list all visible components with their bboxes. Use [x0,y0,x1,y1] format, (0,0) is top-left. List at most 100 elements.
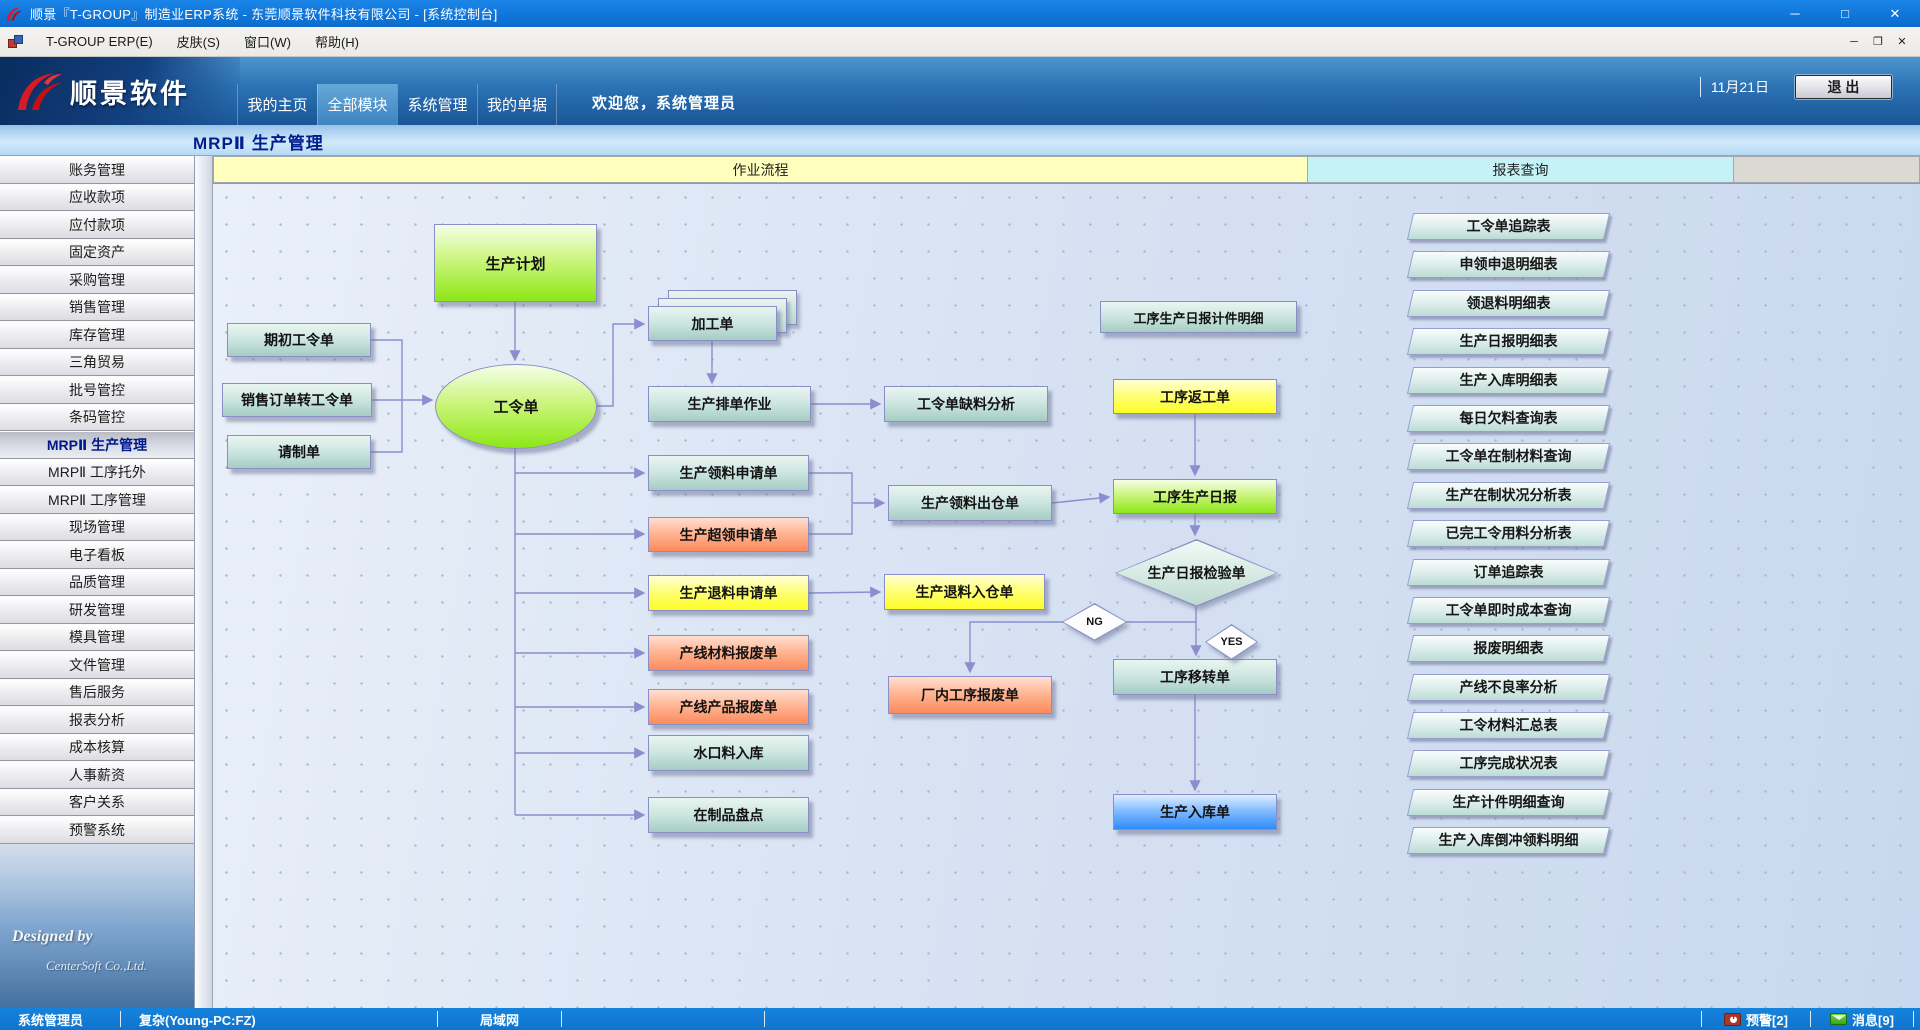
sidebar-item-24[interactable]: 客户关系 [0,789,194,817]
flow-node-sprue-material-inbound[interactable]: 水口料入库 [648,735,809,771]
exit-button[interactable]: 退 出 [1795,75,1892,99]
report-button-label: 产线不良率分析 [1411,675,1606,700]
splitter-gutter[interactable] [195,156,213,1008]
header-band: 顺景软件 我的主页全部模块系统管理我的单据 欢迎您，系统管理员 11月21日 退… [0,57,1920,127]
report-button-label: 工序完成状况表 [1411,751,1606,776]
designed-by-text: Designed by [12,928,92,946]
report-button-label: 领退料明细表 [1411,291,1606,316]
flow-node-yes-flag[interactable]: YES [1205,624,1258,660]
sidebar-item-10[interactable]: 条码管控 [0,404,194,432]
report-button-12[interactable]: 报废明细表 [1407,635,1610,662]
sidebar-item-19[interactable]: 文件管理 [0,651,194,679]
statusbar-alert[interactable]: 预警[2] [1702,1011,1810,1027]
report-button-6[interactable]: 每日欠料查询表 [1407,405,1610,432]
sidebar-item-16[interactable]: 品质管理 [0,569,194,597]
report-button-15[interactable]: 工序完成状况表 [1407,750,1610,777]
menu-tgroup-erp[interactable]: T-GROUP ERP(E) [34,30,165,53]
report-button-label: 工令单追踪表 [1411,214,1606,239]
report-button-11[interactable]: 工令单即时成本查询 [1407,597,1610,624]
sidebar-item-5[interactable]: 采购管理 [0,266,194,294]
flow-node-processing-order[interactable]: 加工单 [648,306,777,341]
report-button-label: 申领申退明细表 [1411,252,1606,277]
report-button-14[interactable]: 工令材料汇总表 [1407,712,1610,739]
flow-node-factory-process-scrap[interactable]: 厂内工序报废单 [888,676,1052,714]
flow-node-production-inbound-order[interactable]: 生产入库单 [1113,794,1277,830]
report-button-16[interactable]: 生产计件明细查询 [1407,789,1610,816]
report-button-17[interactable]: 生产入库倒冲领料明细 [1407,827,1610,854]
sidebar-item-2[interactable]: 应收款项 [0,184,194,212]
flow-node-production-scheduling[interactable]: 生产排单作业 [648,386,811,422]
flow-node-process-rework-order[interactable]: 工序返工单 [1113,379,1277,414]
flow-node-sales-order-to-work-order[interactable]: 销售订单转工令单 [222,383,372,417]
sidebar-item-22[interactable]: 成本核算 [0,734,194,762]
flow-node-line-product-scrap[interactable]: 产线产品报废单 [648,689,809,725]
nav-tab-3[interactable]: 系统管理 [397,84,477,125]
report-button-5[interactable]: 生产入库明细表 [1407,367,1610,394]
sidebar-item-7[interactable]: 库存管理 [0,321,194,349]
flow-node-work-order[interactable]: 工令单 [435,364,597,449]
flow-node-material-requisition[interactable]: 生产领料申请单 [648,455,809,491]
flow-node-daily-report-inspection[interactable]: 生产日报检验单 [1115,539,1278,607]
sidebar-item-17[interactable]: 研发管理 [0,596,194,624]
menu-window[interactable]: 窗口(W) [232,28,303,55]
flow-node-material-issue-order[interactable]: 生产领料出仓单 [888,485,1052,521]
nav-tab-4[interactable]: 我的单据 [477,84,557,125]
sidebar-item-3[interactable]: 应付款项 [0,211,194,239]
window-maximize-button[interactable]: □ [1820,0,1870,27]
sidebar-item-13[interactable]: MRPⅡ 工序管理 [0,486,194,514]
flow-node-material-return-receipt[interactable]: 生产退料入仓单 [884,574,1045,610]
flow-node-process-daily-report[interactable]: 工序生产日报 [1113,479,1277,514]
flow-node-ng-flag[interactable]: NG [1062,603,1127,641]
report-button-2[interactable]: 申领申退明细表 [1407,251,1610,278]
sidebar-item-8[interactable]: 三角贸易 [0,349,194,377]
report-button-1[interactable]: 工令单追踪表 [1407,213,1610,240]
report-button-9[interactable]: 已完工令用料分析表 [1407,520,1610,547]
sidebar-footer: Designed by CenterSoft Co.,Ltd. [0,888,194,1008]
mdi-restore-button[interactable]: ❐ [1866,32,1890,52]
sidebar-item-1[interactable]: 账务管理 [0,156,194,184]
sidebar-item-25[interactable]: 预警系统 [0,816,194,844]
sidebar-item-23[interactable]: 人事薪资 [0,761,194,789]
flow-node-wip-stocktake[interactable]: 在制品盘点 [648,797,809,833]
sidebar-item-14[interactable]: 现场管理 [0,514,194,542]
sidebar-item-6[interactable]: 销售管理 [0,294,194,322]
flow-node-line-material-scrap[interactable]: 产线材料报废单 [648,635,809,671]
report-button-13[interactable]: 产线不良率分析 [1407,674,1610,701]
flow-node-process-daily-piecework-detail[interactable]: 工序生产日报计件明细 [1100,301,1297,333]
window-title: 顺景『T-GROUP』制造业ERP系统 - 东莞顺景软件科技有限公司 - [系统… [30,4,497,23]
report-button-10[interactable]: 订单追踪表 [1407,559,1610,586]
sidebar-item-20[interactable]: 售后服务 [0,679,194,707]
flow-node-production-plan[interactable]: 生产计划 [434,224,597,302]
sidebar-item-21[interactable]: 报表分析 [0,706,194,734]
flow-node-material-return-request[interactable]: 生产退料申请单 [648,575,809,611]
statusbar-message[interactable]: 消息[9] [1811,1011,1913,1027]
window-minimize-button[interactable]: ─ [1770,0,1820,27]
report-panel-header: 报表查询 [1308,156,1734,183]
report-button-7[interactable]: 工令单在制材料查询 [1407,443,1610,470]
flow-node-request-make-order[interactable]: 请制单 [227,435,371,469]
flow-node-process-transfer-order[interactable]: 工序移转单 [1113,659,1277,695]
sidebar-item-15[interactable]: 电子看板 [0,541,194,569]
mdi-child-icon [8,34,24,50]
sidebar-item-18[interactable]: 模具管理 [0,624,194,652]
flow-node-work-order-shortage-analysis[interactable]: 工令单缺料分析 [884,386,1048,422]
menu-skin[interactable]: 皮肤(S) [165,28,232,55]
sidebar-item-12[interactable]: MRPⅡ 工序托外 [0,459,194,487]
mdi-minimize-button[interactable]: ─ [1842,32,1866,52]
flow-node-opening-work-order[interactable]: 期初工令单 [227,323,371,357]
window-close-button[interactable]: ✕ [1870,0,1920,27]
report-button-label: 报废明细表 [1411,636,1606,661]
nav-tab-1[interactable]: 我的主页 [237,84,317,125]
flow-connectors [213,184,1920,1009]
nav-tab-2[interactable]: 全部模块 [317,84,397,125]
flow-node-excess-requisition[interactable]: 生产超领申请单 [648,517,809,552]
sidebar-item-9[interactable]: 批号管控 [0,376,194,404]
sidebar-item-4[interactable]: 固定资产 [0,239,194,267]
report-button-8[interactable]: 生产在制状况分析表 [1407,482,1610,509]
report-button-4[interactable]: 生产日报明细表 [1407,328,1610,355]
sidebar-item-11[interactable]: MRPⅡ 生产管理 [0,431,194,459]
mdi-close-button[interactable]: ✕ [1890,32,1914,52]
menu-help[interactable]: 帮助(H) [303,28,371,55]
report-button-3[interactable]: 领退料明细表 [1407,290,1610,317]
flow-node-label: 生产日报检验单 [1115,539,1278,607]
